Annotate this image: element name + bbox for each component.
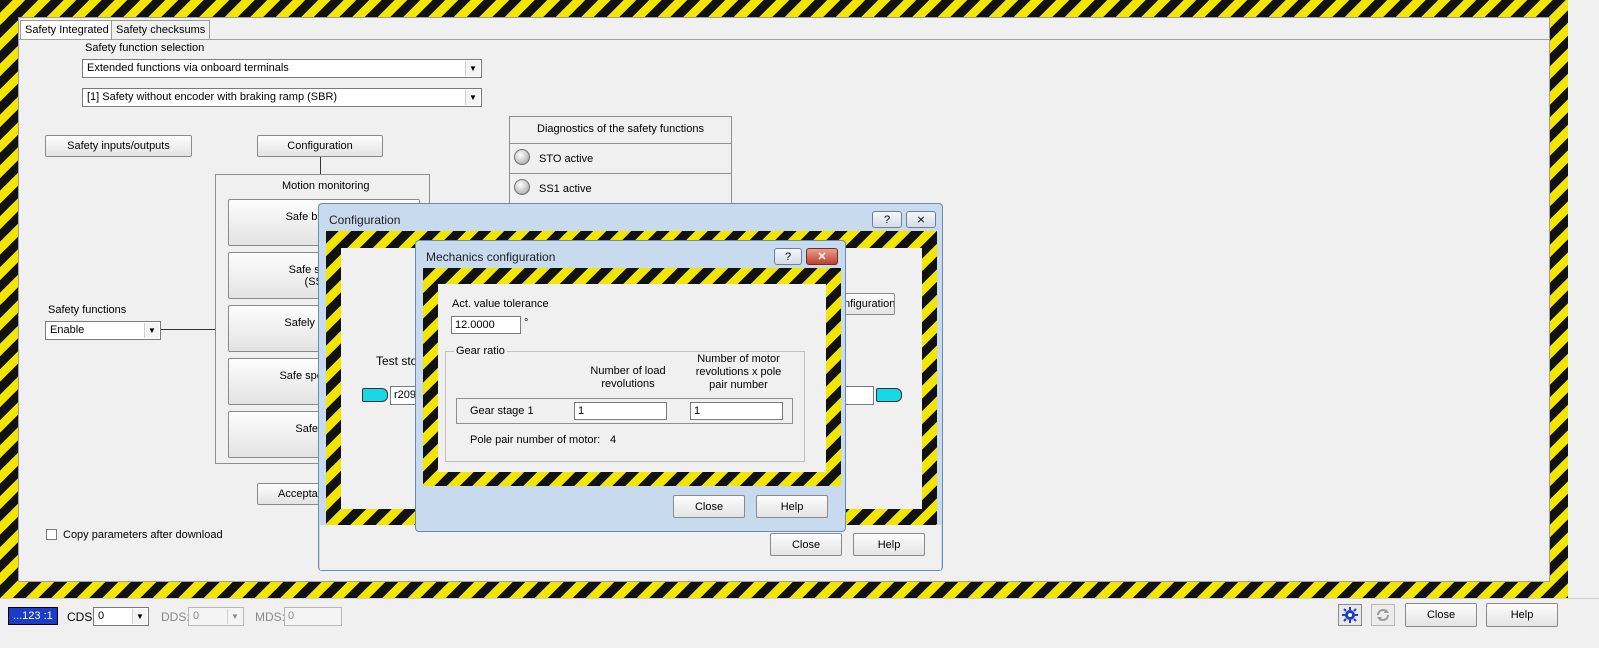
- gear-icon[interactable]: [1338, 604, 1362, 626]
- close-icon[interactable]: ✕: [806, 248, 838, 265]
- configuration-button[interactable]: Configuration: [257, 135, 383, 157]
- diagnostics-item-sto: STO active: [539, 153, 594, 165]
- safety-functions-value: Enable: [50, 324, 85, 336]
- mechanics-dialog-title: Mechanics configuration: [426, 250, 556, 264]
- col-motor-header: Number of motor revolutions x pole pair …: [695, 353, 782, 391]
- test-stop-label: Test sto: [376, 354, 418, 368]
- gear-load-input[interactable]: 1: [574, 402, 667, 420]
- safety-function-selection-label: Safety function selection: [85, 42, 205, 54]
- connector-line: [161, 329, 215, 330]
- copy-params-label: Copy parameters after download: [63, 529, 223, 541]
- configuration-close-button[interactable]: Close: [770, 533, 842, 556]
- diagnostics-box: Diagnostics of the safety functions STO …: [509, 116, 732, 208]
- mechanics-dialog-titlebar: Mechanics configuration ? ✕: [416, 241, 845, 271]
- configuration-right-button[interactable]: nfiguration: [841, 293, 895, 315]
- diagnostics-divider: [510, 143, 731, 144]
- gear-ratio-title: Gear ratio: [454, 345, 507, 357]
- configuration-dialog-title: Configuration: [329, 213, 401, 227]
- connector-line: [320, 157, 321, 174]
- mechanics-help-button[interactable]: Help: [756, 495, 828, 518]
- chevron-down-icon[interactable]: ▼: [132, 609, 147, 624]
- diagnostics-divider: [510, 173, 731, 174]
- gear-stage-row: Gear stage 1 1 1: [456, 398, 793, 424]
- safety-mode-select[interactable]: [1] Safety without encoder with braking …: [82, 88, 482, 107]
- mds-label: MDS:: [255, 610, 285, 624]
- copy-params-checkbox[interactable]: [46, 529, 57, 540]
- gear-icon-svg: [1342, 607, 1358, 623]
- act-value-tolerance-label: Act. value tolerance: [452, 298, 549, 310]
- statusbar-help-button[interactable]: Help: [1486, 603, 1558, 627]
- dds-label: DDS:: [161, 610, 190, 624]
- safety-io-button[interactable]: Safety inputs/outputs: [45, 135, 192, 157]
- act-value-tolerance-input[interactable]: 12.0000: [451, 316, 521, 334]
- gear-motor-input[interactable]: 1: [690, 402, 783, 420]
- output-port-icon: [876, 388, 902, 402]
- refresh-icon-svg: [1377, 609, 1389, 621]
- configuration-dialog-titlebar: Configuration ? ⨯: [319, 204, 942, 234]
- chevron-down-icon[interactable]: ▼: [144, 323, 159, 338]
- dds-select: 0 ▼: [188, 607, 244, 626]
- configuration-help-button[interactable]: Help: [853, 533, 925, 556]
- input-port-icon: [362, 388, 388, 402]
- chevron-down-icon[interactable]: ▼: [465, 90, 480, 105]
- act-value-unit: °: [524, 317, 529, 329]
- pole-pair-label: Pole pair number of motor:: [470, 434, 601, 446]
- mds-field: 0: [284, 607, 342, 626]
- gear-stage-label: Gear stage 1: [470, 405, 534, 417]
- cds-value: 0: [98, 610, 105, 622]
- col-load-header: Number of load revolutions: [590, 365, 666, 390]
- chevron-down-icon[interactable]: ▼: [465, 61, 480, 76]
- diagnostics-item-ss1: SS1 active: [539, 183, 592, 195]
- mechanics-dialog: Mechanics configuration ? ✕ Act. value t…: [415, 240, 846, 532]
- motion-monitoring-title: Motion monitoring: [282, 180, 370, 192]
- ss1-status-led-icon: [514, 179, 530, 195]
- help-icon[interactable]: ?: [774, 248, 802, 265]
- gear-ratio-group: Gear ratio Number of load revolutions Nu…: [445, 345, 805, 462]
- refresh-icon: [1371, 604, 1395, 626]
- safety-functions-select[interactable]: Enable ▼: [45, 321, 161, 340]
- diagnostics-title: Diagnostics of the safety functions: [537, 123, 704, 135]
- cds-label: CDS:: [67, 610, 96, 624]
- close-icon[interactable]: ⨯: [906, 211, 936, 228]
- safety-mode-select-value: [1] Safety without encoder with braking …: [87, 91, 338, 103]
- mechanics-close-button[interactable]: Close: [673, 495, 745, 518]
- safety-function-select[interactable]: Extended functions via onboard terminals…: [82, 59, 482, 78]
- statusbar-close-button[interactable]: Close: [1405, 603, 1477, 627]
- status-badge: ...123 :1: [8, 607, 58, 625]
- tab-safety-checksums[interactable]: Safety checksums: [111, 20, 211, 39]
- tab-safety-integrated[interactable]: Safety Integrated: [20, 20, 114, 40]
- safety-function-select-value: Extended functions via onboard terminals: [87, 62, 289, 74]
- dds-value: 0: [193, 610, 200, 622]
- sto-status-led-icon: [514, 149, 530, 165]
- safety-functions-label: Safety functions: [48, 304, 127, 316]
- pole-pair-value: 4: [610, 434, 617, 446]
- help-icon[interactable]: ?: [872, 211, 902, 228]
- output-field[interactable]: [844, 386, 874, 405]
- cds-select[interactable]: 0 ▼: [93, 607, 149, 626]
- chevron-down-icon: ▼: [227, 609, 242, 624]
- tab-divider: [18, 39, 1550, 40]
